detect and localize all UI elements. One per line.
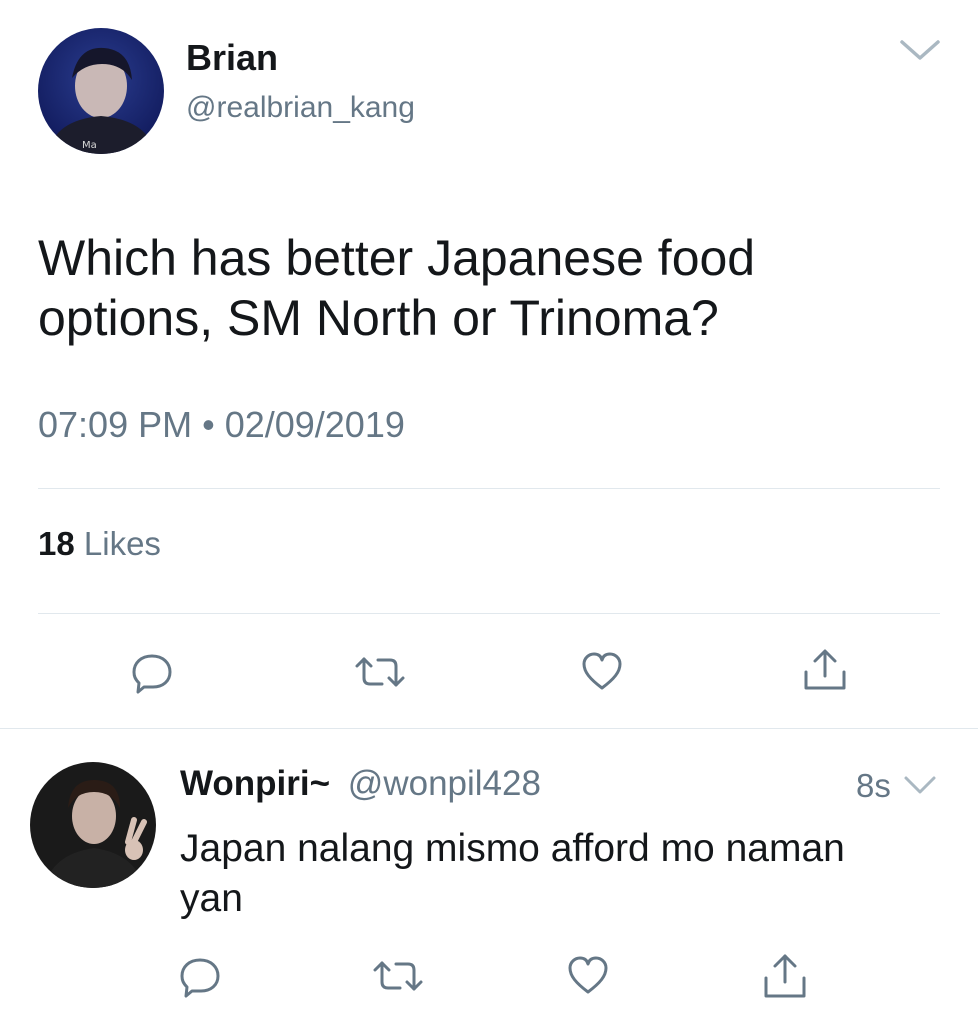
- tweet-timestamp[interactable]: 07:09 PM • 02/09/2019: [38, 404, 405, 446]
- reply-icon[interactable]: [130, 648, 174, 696]
- like-icon[interactable]: [580, 650, 624, 692]
- divider: [38, 488, 940, 489]
- retweet-icon[interactable]: [370, 956, 426, 996]
- reply-author-avatar[interactable]: [30, 762, 156, 888]
- reply-time[interactable]: 8s: [856, 766, 891, 806]
- chevron-down-icon[interactable]: [902, 772, 938, 798]
- likes-stat[interactable]: 18 Likes: [38, 524, 161, 564]
- reply-author-handle[interactable]: @wonpil428: [348, 764, 541, 803]
- share-icon[interactable]: [800, 646, 850, 694]
- tweet-author-name[interactable]: Brian: [186, 38, 278, 78]
- tweet-author-avatar[interactable]: Ma: [38, 28, 164, 154]
- reply-author-name[interactable]: Wonpiri~: [180, 764, 330, 803]
- likes-label: Likes: [83, 525, 161, 562]
- retweet-icon[interactable]: [352, 652, 408, 692]
- tweet-author-handle[interactable]: @realbrian_kang: [186, 90, 415, 126]
- chevron-down-icon[interactable]: [898, 34, 942, 66]
- divider: [0, 728, 978, 729]
- reply-text: Japan nalang mismo afford mo naman yan: [180, 824, 845, 924]
- tweet-text-line: options, SM North or Trinoma?: [38, 290, 719, 346]
- tweet-text: Which has better Japanese food options, …: [38, 228, 755, 348]
- tweet-text-line: Which has better Japanese food: [38, 230, 756, 286]
- reply-text-line: yan: [180, 877, 243, 920]
- reply-header: Wonpiri~ @wonpil428: [180, 764, 541, 804]
- svg-text:Ma: Ma: [82, 140, 97, 151]
- share-icon[interactable]: [760, 950, 810, 1002]
- reply-icon[interactable]: [178, 952, 222, 1000]
- reply-text-line: Japan nalang mismo afford mo naman: [180, 827, 845, 870]
- like-icon[interactable]: [566, 954, 610, 996]
- likes-count: 18: [38, 525, 75, 562]
- divider: [38, 613, 940, 614]
